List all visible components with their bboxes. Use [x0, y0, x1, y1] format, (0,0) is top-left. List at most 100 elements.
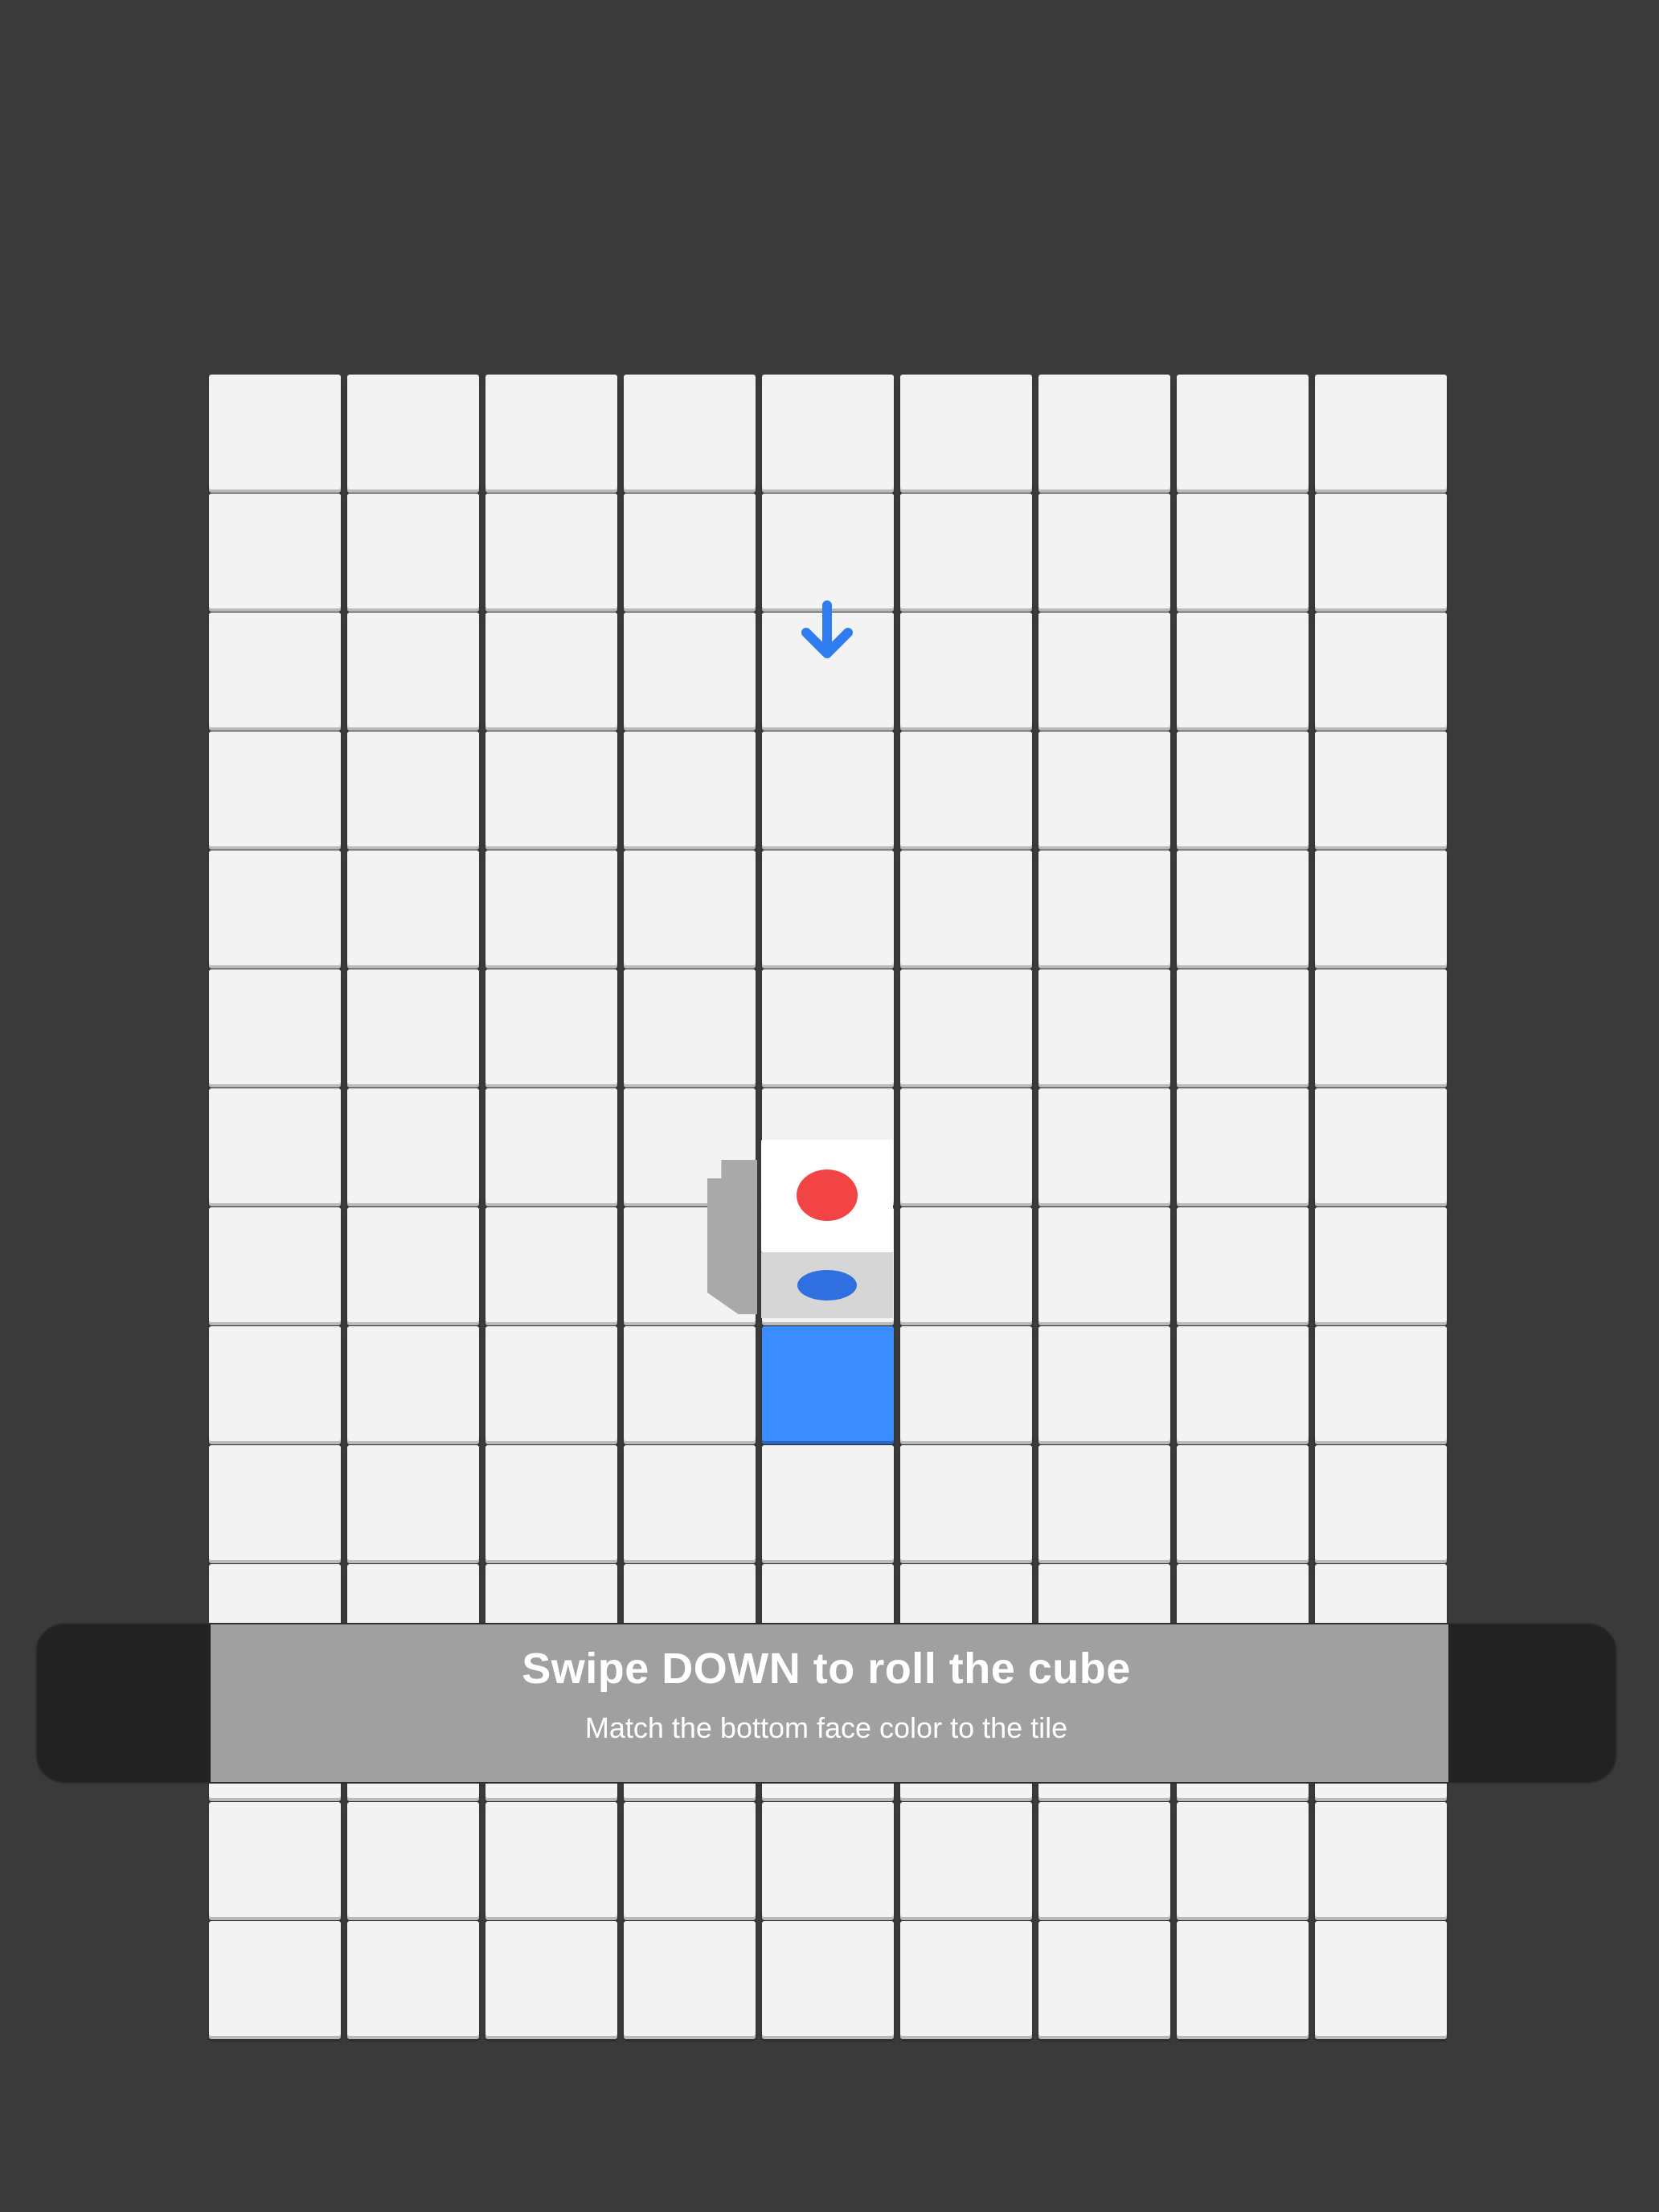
board-tile	[1315, 612, 1447, 727]
board-tile	[900, 1802, 1032, 1917]
board-tile	[1177, 612, 1309, 727]
board-tile	[900, 494, 1032, 608]
board-tile	[1177, 850, 1309, 965]
board-tile	[624, 1326, 756, 1441]
board-tile	[624, 1445, 756, 1560]
board-tile	[1177, 1921, 1309, 2036]
board-tile	[900, 375, 1032, 490]
cube-top-face-dot	[797, 1169, 858, 1221]
board-tile	[347, 1445, 479, 1560]
board-tile	[347, 731, 479, 846]
board-tile	[900, 1088, 1032, 1203]
cube-front-face-dot	[797, 1270, 857, 1301]
board-tile	[762, 850, 894, 965]
board-tile	[762, 1802, 894, 1917]
board-tile	[209, 969, 341, 1084]
board-tile	[347, 494, 479, 608]
board-tile	[1315, 731, 1447, 846]
board-tile	[485, 1802, 617, 1917]
board-tile	[1177, 1326, 1309, 1441]
cube-shadow	[707, 1160, 757, 1314]
board-tile	[1315, 850, 1447, 965]
board-tile	[209, 731, 341, 846]
board-tile	[1177, 494, 1309, 608]
cube-front-face	[761, 1252, 893, 1318]
board-tile	[485, 1326, 617, 1441]
board-tile	[1315, 494, 1447, 608]
cube-top-face	[761, 1140, 893, 1252]
board-tile	[900, 1326, 1032, 1441]
board-tile	[347, 375, 479, 490]
board-tile	[1038, 1921, 1170, 2036]
board-tile	[1038, 1802, 1170, 1917]
board-tile	[762, 1921, 894, 2036]
board-tile	[209, 1921, 341, 2036]
board-tile	[1038, 1445, 1170, 1560]
board-tile	[347, 612, 479, 727]
board-tile	[209, 1326, 341, 1441]
board-tile	[900, 612, 1032, 727]
board-tile	[624, 850, 756, 965]
board-tile	[1177, 1445, 1309, 1560]
board-tile	[1038, 612, 1170, 727]
board-tile	[485, 1088, 617, 1203]
board-tile	[347, 969, 479, 1084]
board-tile	[1315, 1445, 1447, 1560]
board-tile	[1038, 494, 1170, 608]
board-tile	[347, 1326, 479, 1441]
board-tile	[1038, 1326, 1170, 1441]
board-tile	[347, 1088, 479, 1203]
board-tile	[209, 1445, 341, 1560]
board-tile	[624, 1921, 756, 2036]
board-tile	[485, 1445, 617, 1560]
board-tile	[1038, 731, 1170, 846]
board-tile	[1315, 1088, 1447, 1203]
board-tile	[1315, 1326, 1447, 1441]
board-tile	[762, 494, 894, 608]
board-tile	[624, 375, 756, 490]
board-tile	[209, 1802, 341, 1917]
board-tile	[347, 850, 479, 965]
board-tile	[624, 494, 756, 608]
board-tile	[209, 375, 341, 490]
board-tile	[485, 494, 617, 608]
arrow-down-icon	[801, 600, 853, 658]
board-tile	[209, 612, 341, 727]
board-tile	[209, 494, 341, 608]
board-tile	[762, 375, 894, 490]
board-tile	[209, 850, 341, 965]
board-tile	[1177, 969, 1309, 1084]
board-tile	[1315, 1921, 1447, 2036]
board-tile	[1038, 1088, 1170, 1203]
board-tile	[1315, 969, 1447, 1084]
board-tile	[485, 731, 617, 846]
board-tile	[347, 1207, 479, 1322]
target-tile	[762, 1326, 894, 1441]
board-tile	[900, 1445, 1032, 1560]
board-tile	[762, 731, 894, 846]
board-tile	[485, 969, 617, 1084]
board-tile	[485, 1207, 617, 1322]
board-tile	[1315, 1802, 1447, 1917]
board-tile	[1315, 1207, 1447, 1322]
board-tile	[485, 850, 617, 965]
board-tile	[1177, 375, 1309, 490]
board-tile	[1038, 969, 1170, 1084]
board-tile	[900, 731, 1032, 846]
board-tile	[1177, 1088, 1309, 1203]
board-tile	[347, 1802, 479, 1917]
instruction-banner: Swipe DOWN to roll the cube Match the bo…	[35, 1623, 1617, 1784]
board-tile	[347, 1921, 479, 2036]
board-tile	[485, 375, 617, 490]
board-tile	[1038, 375, 1170, 490]
board-tile	[624, 969, 756, 1084]
board-tile	[209, 1088, 341, 1203]
board-tile	[485, 1921, 617, 2036]
board-tile	[1038, 1207, 1170, 1322]
board-tile	[1177, 1802, 1309, 1917]
instruction-subtitle: Match the bottom face color to the tile	[584, 1711, 1068, 1744]
instruction-title: Swipe DOWN to roll the cube	[522, 1645, 1131, 1693]
board-tile	[1315, 375, 1447, 490]
board-tile	[762, 969, 894, 1084]
board-tile	[900, 850, 1032, 965]
